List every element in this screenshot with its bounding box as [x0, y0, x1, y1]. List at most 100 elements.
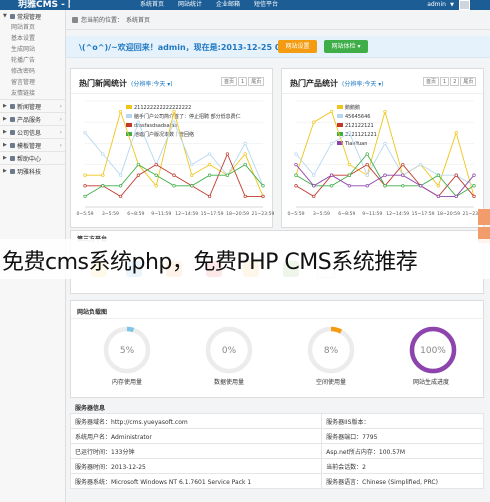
sidebar-item-links[interactable]: 友情链接: [0, 88, 65, 99]
data-point: [83, 173, 87, 177]
series-line: [295, 164, 475, 197]
data-point: [172, 120, 176, 124]
x-tick-label: 9~11:59: [362, 211, 382, 217]
data-point: [118, 184, 123, 188]
data-point: [383, 184, 387, 188]
caret-right-icon: ▶: [3, 129, 7, 135]
data-point: [365, 173, 369, 177]
data-point: [365, 184, 369, 188]
data-point: [329, 141, 334, 146]
legend-swatch: [337, 114, 343, 118]
top-bar: 玥雅CMS - 网站管理系统 系统首页 网站统计 企业邮箱 短信平台 admin…: [0, 0, 490, 10]
sidebar-item-generate-site[interactable]: 生成网站: [0, 44, 65, 55]
table-row: 已运行时间：133分钟 Asp.net所占内存：100.57M: [69, 443, 484, 459]
help-icon: [10, 155, 15, 161]
caption-text: 免费cms系统php，免费PHP CMS系统推荐: [2, 250, 418, 275]
sidebar-group-help[interactable]: ▶ 帮助中心: [0, 152, 65, 164]
data-point: [329, 109, 334, 114]
data-point: [383, 109, 387, 114]
sidebar-group-yueya[interactable]: ▶ 玥雅科技: [0, 165, 65, 177]
caption-banner: 免费cms系统php，免费PHP CMS系统推荐: [0, 239, 490, 279]
data-point: [401, 173, 405, 177]
data-point: [472, 184, 476, 188]
data-point: [454, 173, 458, 177]
data-point: [172, 109, 176, 114]
data-point: [312, 194, 316, 199]
data-point: [225, 152, 230, 156]
sidebar-item-carousel[interactable]: 轮播广告: [0, 55, 65, 66]
data-point: [190, 162, 194, 167]
table-cell: 服务器IIS版本：: [321, 413, 484, 429]
sidebar-item-messages[interactable]: 留言管理: [0, 77, 65, 88]
data-point: [225, 173, 230, 177]
chevron-right-icon: ›: [59, 141, 62, 149]
chevron-down-icon[interactable]: ▼: [450, 0, 454, 10]
data-point: [154, 173, 158, 177]
home-icon: [72, 16, 78, 23]
data-point: [401, 162, 405, 167]
gauge-value: 5%: [120, 346, 135, 356]
avatar[interactable]: [459, 0, 470, 10]
table-cell: 服务器语言：Chinese (Simplified, PRC): [321, 473, 484, 489]
table-cell: 服务器系统：Microsoft Windows NT 6.1.7601 Serv…: [69, 473, 323, 489]
data-point: [190, 184, 194, 188]
table-row: 系统用户名：Administrator 服务器端口：7795: [69, 428, 484, 444]
data-point: [347, 173, 352, 177]
data-point: [207, 173, 212, 177]
data-point: [454, 194, 458, 199]
news-stats-panel: 热门新闻统计 (分辨率:今天 ▾) 首页 1 尾页 211222222222222…: [70, 68, 274, 228]
nav-home[interactable]: 系统首页: [133, 0, 171, 10]
data-point: [454, 131, 458, 135]
data-point: [294, 184, 298, 188]
data-point: [472, 173, 476, 177]
sidebar-group-news[interactable]: ▶ 新闻管理 ›: [0, 100, 65, 112]
data-point: [136, 162, 141, 167]
scroll-top-button[interactable]: [478, 209, 490, 225]
sidebar-group-general[interactable]: ▼ 常规管理: [0, 10, 65, 22]
app-logo: 玥雅CMS - 网站管理系统: [18, 0, 70, 10]
data-point: [207, 162, 212, 167]
nav-sms[interactable]: 短信平台: [247, 0, 285, 10]
chevron-right-icon: ›: [59, 115, 62, 123]
data-point: [118, 109, 123, 114]
sidebar-group-company[interactable]: ▶ 公司信息 ›: [0, 126, 65, 138]
breadcrumb: 您当前的位置： 系统首页: [72, 15, 150, 24]
gauge-label-space: 空间使用量: [315, 379, 346, 386]
sidebar-item-home[interactable]: 网站首页: [0, 22, 65, 33]
nav-mail[interactable]: 企业邮箱: [209, 0, 247, 10]
chevron-right-icon: ›: [59, 102, 62, 110]
legend-swatch: [126, 123, 132, 127]
data-point: [118, 173, 123, 177]
breadcrumb-divider: [66, 29, 490, 30]
data-point: [261, 184, 265, 188]
site-settings-button[interactable]: 网站设置: [278, 40, 317, 53]
data-point: [401, 184, 405, 188]
caret-right-icon: ▶: [3, 116, 7, 122]
sidebar-group-label: 产品服务: [17, 116, 42, 124]
legend-swatch: [126, 105, 132, 109]
x-tick-label: 18~20:59: [437, 211, 460, 217]
user-menu[interactable]: admin: [427, 0, 446, 10]
gauge-value: 8%: [324, 346, 339, 356]
data-point: [190, 173, 194, 177]
nav-stats[interactable]: 网站统计: [171, 0, 209, 10]
caret-right-icon: ▶: [3, 155, 7, 161]
data-point: [136, 173, 141, 177]
gauge-label-progress: 网站生成进度: [412, 379, 449, 386]
gauge-label-memory: 内存使用量: [111, 379, 142, 386]
load-gauges: 5% 0% 8% 100%: [103, 326, 457, 374]
data-point: [347, 131, 352, 135]
data-point: [329, 173, 334, 177]
gauge-value: 100%: [420, 346, 446, 356]
sidebar-group-products[interactable]: ▶ 产品服务 ›: [0, 113, 65, 125]
sidebar-item-password[interactable]: 修改密码: [0, 66, 65, 77]
data-point: [154, 184, 158, 188]
sidebar-item-basic-settings[interactable]: 基本设置: [0, 33, 65, 44]
data-point: [83, 184, 87, 188]
sidebar-group-templates[interactable]: ▶ 模板管理 ›: [0, 139, 65, 151]
site-check-button[interactable]: 网站体检 ▾: [324, 40, 368, 53]
data-point: [418, 184, 423, 188]
breadcrumb-current[interactable]: 系统首页: [126, 15, 150, 24]
data-point: [172, 184, 176, 188]
table-row: 服务器域名：http://cms.yueyasoft.com 服务器IIS版本：: [69, 413, 484, 429]
